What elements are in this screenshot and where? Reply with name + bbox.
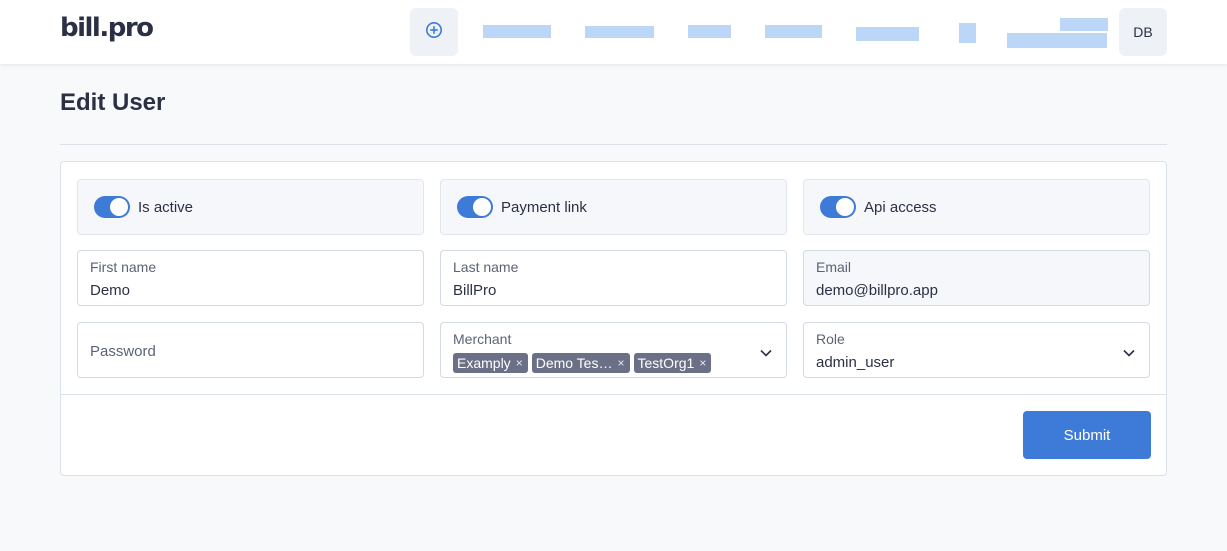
- merchant-select[interactable]: Merchant Examply × Demo Tes… × TestOrg1 ×: [440, 322, 787, 378]
- page-title: Edit User: [60, 89, 166, 116]
- last-name-label: Last name: [453, 259, 519, 275]
- switch-knob: [473, 198, 491, 216]
- nav-item-4[interactable]: [765, 25, 822, 38]
- switch-knob: [836, 198, 854, 216]
- submit-button[interactable]: Submit: [1023, 411, 1151, 459]
- merchant-chip: TestOrg1 ×: [633, 353, 712, 373]
- toggle-payment-link: Payment link: [440, 179, 787, 235]
- email-value[interactable]: demo@billpro.app: [816, 282, 938, 299]
- chevron-down-icon[interactable]: [1123, 344, 1135, 362]
- payment-link-switch[interactable]: [457, 196, 493, 218]
- merchant-label: Merchant: [453, 331, 512, 347]
- edit-user-form: Is active Payment link Api access First …: [60, 161, 1167, 476]
- merchant-chip: Demo Tes… ×: [531, 353, 630, 373]
- toggle-label: Api access: [864, 198, 937, 216]
- password-placeholder: Password: [90, 343, 156, 360]
- first-name-value[interactable]: Demo: [90, 282, 130, 299]
- chip-remove-icon[interactable]: ×: [516, 356, 523, 370]
- merchant-chip: Examply ×: [453, 353, 528, 373]
- last-name-value[interactable]: BillPro: [453, 282, 496, 299]
- chevron-down-icon[interactable]: [760, 344, 772, 362]
- plus-circle-icon: [425, 21, 443, 44]
- divider: [60, 144, 1167, 145]
- user-menu-subtitle[interactable]: [1007, 33, 1107, 48]
- chip-remove-icon[interactable]: ×: [617, 356, 624, 370]
- form-footer-divider: [61, 394, 1166, 395]
- nav-item-3[interactable]: [688, 25, 731, 38]
- top-navbar: bill.pro DB: [0, 0, 1227, 64]
- password-field[interactable]: Password: [77, 322, 424, 378]
- api-access-switch[interactable]: [820, 196, 856, 218]
- chip-label: TestOrg1: [637, 355, 695, 371]
- toggle-label: Is active: [138, 198, 194, 216]
- first-name-field[interactable]: First name Demo: [77, 250, 424, 306]
- chip-label: Demo Tes…: [535, 355, 613, 371]
- chip-remove-icon[interactable]: ×: [699, 356, 706, 370]
- role-value: admin_user: [816, 354, 895, 371]
- add-button[interactable]: [410, 8, 458, 56]
- toggle-is-active: Is active: [77, 179, 424, 235]
- toggle-api-access: Api access: [803, 179, 1150, 235]
- toggle-label: Payment link: [501, 198, 587, 216]
- email-label: Email: [816, 259, 852, 275]
- first-name-label: First name: [90, 259, 157, 275]
- switch-knob: [110, 198, 128, 216]
- nav-item-2[interactable]: [585, 26, 654, 38]
- role-select[interactable]: Role admin_user: [803, 322, 1150, 378]
- email-field[interactable]: Email demo@billpro.app: [803, 250, 1150, 306]
- chip-label: Examply: [457, 355, 511, 371]
- merchant-chips: Examply × Demo Tes… × TestOrg1 ×: [453, 353, 712, 373]
- avatar[interactable]: DB: [1119, 8, 1167, 56]
- role-label: Role: [816, 331, 845, 347]
- nav-item-1[interactable]: [483, 25, 551, 38]
- logo[interactable]: bill.pro: [60, 13, 154, 43]
- nav-item-5[interactable]: [856, 27, 919, 41]
- last-name-field[interactable]: Last name BillPro: [440, 250, 787, 306]
- is-active-switch[interactable]: [94, 196, 130, 218]
- user-menu-name[interactable]: [1060, 18, 1108, 31]
- nav-item-6[interactable]: [959, 23, 976, 43]
